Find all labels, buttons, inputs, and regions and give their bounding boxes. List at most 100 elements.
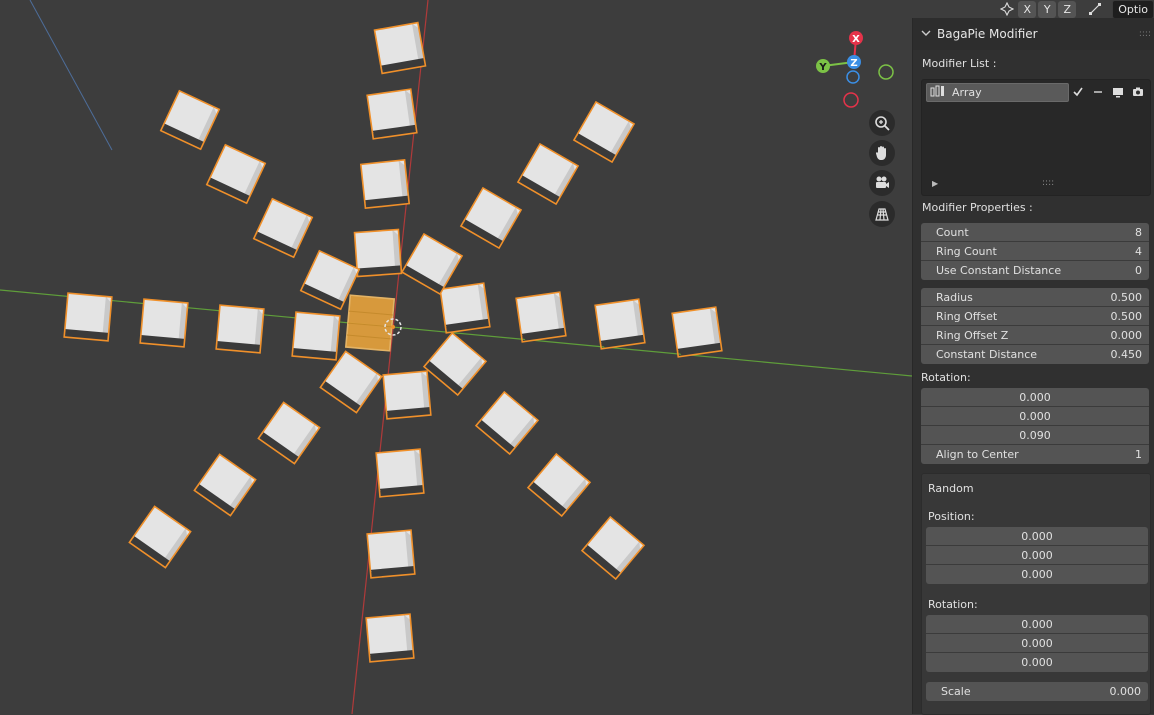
- cube-instance[interactable]: [366, 88, 418, 140]
- random-position-group: 0.000 0.000 0.000: [926, 527, 1148, 584]
- ring-count-field[interactable]: Ring Count 4: [921, 242, 1149, 261]
- camera-icon[interactable]: [869, 170, 895, 196]
- cube-instance[interactable]: [365, 613, 415, 663]
- axis-z-toggle[interactable]: Z: [1058, 0, 1077, 18]
- cube-instance[interactable]: [671, 306, 723, 358]
- random-rotation-y-field[interactable]: 0.000: [926, 634, 1148, 653]
- cube-instance[interactable]: [366, 529, 416, 579]
- use-constant-distance-field[interactable]: Use Constant Distance 0: [921, 261, 1149, 280]
- random-position-y-field[interactable]: 0.000: [926, 546, 1148, 565]
- cube-instance[interactable]: [526, 452, 592, 518]
- panel-header[interactable]: BagaPie Modifier ::::: [913, 18, 1154, 50]
- random-rotation-x-field[interactable]: 0.000: [926, 615, 1148, 634]
- field-value: 0.500: [1110, 309, 1143, 323]
- options-button[interactable]: Optio: [1112, 0, 1154, 19]
- mirror-icon[interactable]: [998, 1, 1016, 18]
- svg-text:Z: Z: [850, 58, 857, 69]
- rotation-label: Rotation:: [921, 371, 971, 384]
- random-scale-field[interactable]: Scale 0.000: [926, 682, 1148, 701]
- random-position-z-field[interactable]: 0.000: [926, 565, 1148, 584]
- rotation-z-field[interactable]: 0.090: [921, 426, 1149, 445]
- check-icon[interactable]: [1071, 85, 1085, 99]
- cube-instance[interactable]: [63, 292, 113, 342]
- rotation-x-field[interactable]: 0.000: [921, 388, 1149, 407]
- modifier-name-field[interactable]: Array: [926, 83, 1069, 102]
- cube-instance[interactable]: [382, 370, 432, 420]
- cube-instance[interactable]: [193, 453, 257, 517]
- expand-triangle-icon[interactable]: ▶: [932, 179, 938, 188]
- field-label: Ring Offset Z: [936, 328, 1009, 342]
- drag-handle-icon[interactable]: ::::: [1139, 29, 1151, 39]
- field-label: Ring Count: [936, 244, 997, 258]
- panel-title: BagaPie Modifier: [937, 27, 1038, 41]
- cube-instance[interactable]: [373, 21, 427, 75]
- cube-instance[interactable]: [215, 304, 265, 354]
- ring-offset-field[interactable]: Ring Offset 0.500: [921, 307, 1149, 326]
- properties-group-2: Radius 0.500 Ring Offset 0.500 Ring Offset…: [921, 288, 1149, 364]
- cube-instance[interactable]: [572, 100, 636, 164]
- modifier-list-label: Modifier List :: [922, 57, 997, 70]
- field-value: 0.500: [1110, 290, 1143, 304]
- field-value: 0.000: [1109, 685, 1142, 698]
- random-box: Random Position: 0.000 0.000 0.000 Rotat…: [921, 473, 1151, 715]
- rotation-y-field[interactable]: 0.000: [921, 407, 1149, 426]
- field-value: 0.450: [1110, 348, 1143, 361]
- cube-instance[interactable]: [516, 142, 580, 206]
- random-scale-group: Scale 0.000: [926, 682, 1148, 701]
- viewport-header-tools: X Y Z Optio: [998, 0, 1154, 19]
- cube-instance[interactable]: [359, 158, 411, 210]
- snap-icon[interactable]: [1086, 1, 1104, 18]
- cube-instance[interactable]: [291, 311, 341, 361]
- remove-icon[interactable]: [1091, 85, 1105, 99]
- hand-icon[interactable]: [869, 140, 895, 166]
- cube-instance[interactable]: [375, 448, 425, 498]
- 3d-viewport[interactable]: X Y Z: [0, 0, 912, 714]
- sidebar-panel: BagaPie Modifier :::: Modifier List : Ar…: [912, 18, 1154, 715]
- field-label: Radius: [936, 290, 973, 304]
- cube-instance[interactable]: [400, 232, 464, 296]
- modifier-name: Array: [952, 86, 982, 99]
- ring-offset-z-field[interactable]: Ring Offset Z 0.000: [921, 326, 1149, 345]
- cube-instance[interactable]: [439, 282, 491, 334]
- list-item[interactable]: Array: [926, 83, 1146, 102]
- modifier-list[interactable]: Array ▶ ::::: [921, 79, 1151, 196]
- z-axis-line: [29, 0, 113, 151]
- zoom-icon[interactable]: [869, 110, 895, 136]
- cube-instance[interactable]: [594, 298, 646, 350]
- field-value: 4: [1135, 244, 1142, 258]
- field-label: Count: [936, 225, 969, 239]
- axis-x-toggle[interactable]: X: [1018, 0, 1037, 18]
- cube-instance[interactable]: [422, 331, 488, 397]
- cube-instance[interactable]: [252, 197, 314, 259]
- random-rotation-label: Rotation:: [928, 598, 978, 611]
- field-value: 0: [1135, 264, 1142, 277]
- navigation-gizmo[interactable]: X Y Z: [812, 28, 896, 112]
- cube-instance[interactable]: [353, 228, 403, 278]
- cube-instance[interactable]: [515, 291, 567, 343]
- count-field[interactable]: Count 8: [921, 223, 1149, 242]
- svg-text:X: X: [852, 34, 860, 45]
- cube-instance[interactable]: [128, 505, 192, 569]
- scene-canvas[interactable]: [0, 0, 912, 714]
- field-value: 1: [1135, 448, 1142, 461]
- random-rotation-z-field[interactable]: 0.000: [926, 653, 1148, 672]
- resize-handle-icon[interactable]: ::::: [1042, 178, 1054, 188]
- axis-y-toggle[interactable]: Y: [1038, 0, 1057, 18]
- active-cube[interactable]: [344, 294, 396, 352]
- cube-instance[interactable]: [319, 350, 383, 414]
- field-value: 8: [1135, 225, 1142, 239]
- cube-instance[interactable]: [580, 515, 646, 581]
- cube-instance[interactable]: [257, 401, 321, 465]
- cube-instance[interactable]: [474, 390, 540, 456]
- align-to-center-field[interactable]: Align to Center 1: [921, 445, 1149, 464]
- random-position-x-field[interactable]: 0.000: [926, 527, 1148, 546]
- render-camera-icon[interactable]: [1131, 85, 1145, 99]
- cube-instance[interactable]: [139, 298, 189, 348]
- grid-icon[interactable]: [869, 201, 895, 227]
- radius-field[interactable]: Radius 0.500: [921, 288, 1149, 307]
- constant-distance-field[interactable]: Constant Distance 0.450: [921, 345, 1149, 364]
- cube-instance[interactable]: [159, 89, 221, 151]
- cube-instance[interactable]: [205, 143, 267, 205]
- monitor-icon[interactable]: [1111, 85, 1125, 99]
- cube-instance[interactable]: [459, 186, 523, 250]
